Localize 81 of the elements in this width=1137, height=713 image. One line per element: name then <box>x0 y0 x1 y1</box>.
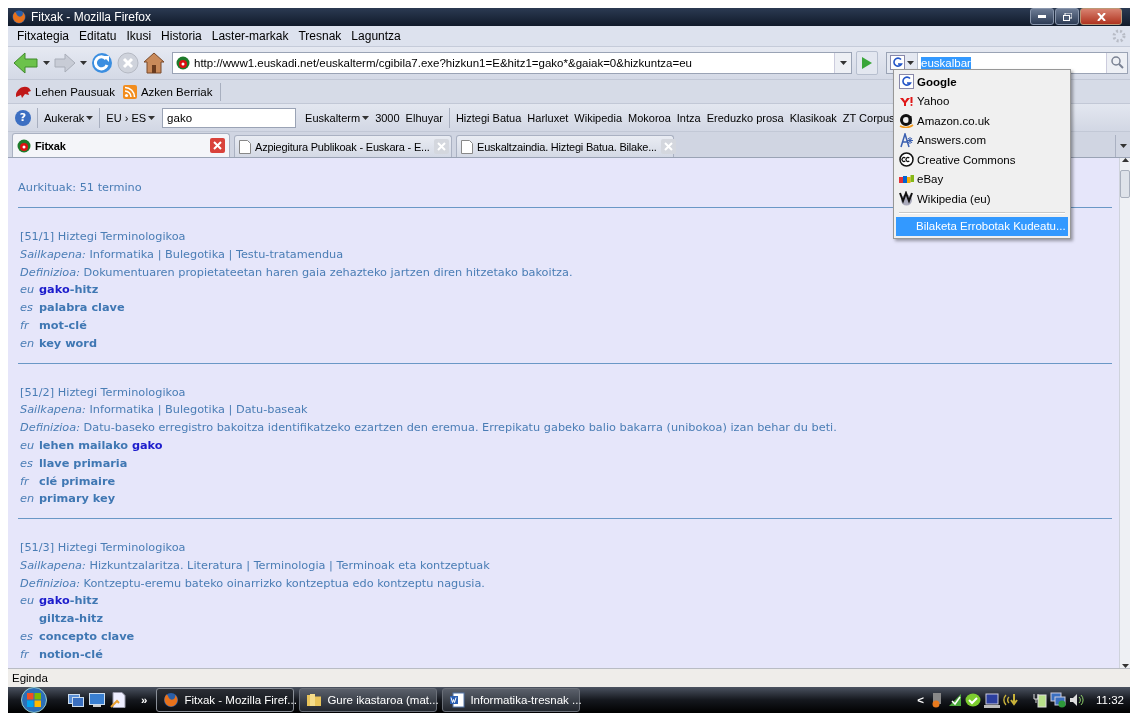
language-code: fr <box>20 473 30 490</box>
browser-tab[interactable]: Azpiegitura Publikoak - Euskara - E... <box>234 135 452 158</box>
query-field[interactable]: gako <box>162 107 297 128</box>
help-button[interactable]: ? <box>15 109 31 126</box>
menu-item[interactable]: Laster-markak <box>206 28 294 43</box>
classification-text: Hizkuntzalaritza. Literatura | Terminologia | Terminoak eta kontzeptuak <box>89 558 490 572</box>
menu-item[interactable]: Historia <box>156 28 207 43</box>
search-engine-item[interactable]: Creative Commons <box>896 150 1068 170</box>
entry-title: [51/1] Hiztegi Terminologikoa <box>20 228 187 245</box>
term-text: lehen mailako gako <box>39 437 163 454</box>
language-code: fr <box>20 317 30 334</box>
bookmark-link[interactable]: Azken Berriak <box>119 84 216 99</box>
field-label: Sailkapena: <box>20 403 86 417</box>
language-code: eu <box>20 593 36 610</box>
dictionary-link[interactable]: Elhuyar <box>402 111 446 124</box>
menu-item[interactable]: Editatu <box>74 28 122 43</box>
field-label: Definizioa: <box>20 421 80 435</box>
dictionary-link[interactable]: Ereduzko prosa <box>703 111 787 124</box>
term-text: mot-clé <box>39 317 87 334</box>
search-engine-item[interactable]: Yahoo <box>896 91 1068 111</box>
dictionary-link[interactable]: Mokoroa <box>625 111 674 124</box>
menu-item[interactable]: Ikusi <box>121 28 157 43</box>
classification-text: Informatika | Bulegotika | Datu-baseak <box>89 403 308 417</box>
browser-tab[interactable]: Fitxak <box>12 133 230 158</box>
taskbar-button[interactable]: Gure ikastaroa (mat... <box>299 688 438 712</box>
field-label: Definizioa: <box>20 265 80 279</box>
result-count: Aurkituak: 51 termino <box>18 180 142 197</box>
dictionary-link[interactable]: Wikipedia <box>571 111 625 124</box>
dictionary-link[interactable]: Harluxet <box>524 111 572 124</box>
entry-title: [51/2] Hiztegi Terminologikoa <box>20 384 187 401</box>
term-text: primary key <box>39 491 116 508</box>
field-label: Sailkapena: <box>20 558 86 572</box>
search-engine-item[interactable]: Amazon.co.uk <box>896 111 1068 131</box>
menu-item[interactable]: Tresnak <box>293 28 347 43</box>
term-text: gako-hitz <box>39 282 99 299</box>
bookmark-link[interactable]: Lehen Pausuak <box>12 84 118 99</box>
term-text: clé primaire <box>39 473 116 490</box>
term-text: concepto clave <box>39 629 135 646</box>
term-text: notion-clé <box>39 646 103 663</box>
language-menu[interactable]: EU › ES <box>103 111 159 124</box>
definition-text: Dokumentuaren propietateetan haren gaia zehazteko jartzen diren hitzetako bakoitza. <box>83 265 573 279</box>
dictionary-link[interactable]: Intza <box>673 111 704 124</box>
language-code: es <box>20 300 34 317</box>
dictionary-link[interactable]: 3000 <box>372 111 403 124</box>
language-code: en <box>20 491 36 508</box>
definition-text: Kontzeptu-eremu bateko oinarrizko kontzeptua edo kontzeptu nagusia. <box>83 576 485 590</box>
dictionary-menu[interactable]: Euskalterm <box>302 111 373 124</box>
term-text: gako-hitz <box>39 593 99 610</box>
term-text: llave primaria <box>39 455 128 472</box>
status-text: Eginda <box>12 672 48 685</box>
menu-item[interactable]: Laguntza <box>346 28 406 43</box>
language-code: es <box>20 629 34 646</box>
dictionary-link[interactable]: Klasikoak <box>786 111 840 124</box>
language-code: fr <box>20 646 30 663</box>
language-code: en <box>20 335 36 352</box>
term-text: giltza-hitz <box>39 611 103 628</box>
field-label: Definizioa: <box>20 576 80 590</box>
address-field[interactable]: http://www1.euskadi.net/euskalterm/cgibila7.exe?hizkun1=E&hitz1=gako*&gaiak=0&hizkuntza=eu <box>172 51 852 74</box>
taskbar-button[interactable]: Fitxak - Mozilla Firef... <box>156 688 295 712</box>
field-label: Sailkapena: <box>20 247 86 261</box>
term-text: key word <box>39 335 98 352</box>
clock: 11:32 <box>1096 694 1124 706</box>
taskbar-button[interactable]: Informatika-tresnak ... <box>442 688 581 712</box>
menu-item[interactable]: Fitxategia <box>12 28 75 43</box>
search-engine-item[interactable]: eBay <box>896 169 1068 189</box>
browser-tab[interactable]: Euskaltzaindia. Hiztegi Batua. Bilake... <box>456 135 674 158</box>
language-code: es <box>20 455 34 472</box>
language-code: eu <box>20 282 36 299</box>
options-menu[interactable]: Aukerak <box>41 111 97 124</box>
language-code: eu <box>20 437 36 454</box>
dictionary-link[interactable]: Hiztegi Batua <box>452 111 525 124</box>
definition-text: Datu-baseko erregistro bakoitza identifikatzeko ezartzen den eremua. Errepikatu gabeko balio bakarra (unibokoa) izan behar du beti. <box>83 421 837 435</box>
show-hidden-icons-button[interactable]: < <box>917 694 925 706</box>
classification-text: Informatika | Bulegotika | Testu-tratamendua <box>89 247 344 261</box>
window-title: Fitxak - Mozilla Firefox <box>31 9 153 24</box>
term-text: palabra clave <box>39 300 125 317</box>
entry-title: [51/3] Hiztegi Terminologikoa <box>20 540 187 557</box>
search-engine-item[interactable]: Answers.com <box>896 130 1068 150</box>
search-engine-item[interactable]: Google <box>896 72 1068 92</box>
overflow-button[interactable]: » <box>141 694 148 706</box>
search-engine-item[interactable]: Wikipedia (eu) <box>896 189 1068 209</box>
